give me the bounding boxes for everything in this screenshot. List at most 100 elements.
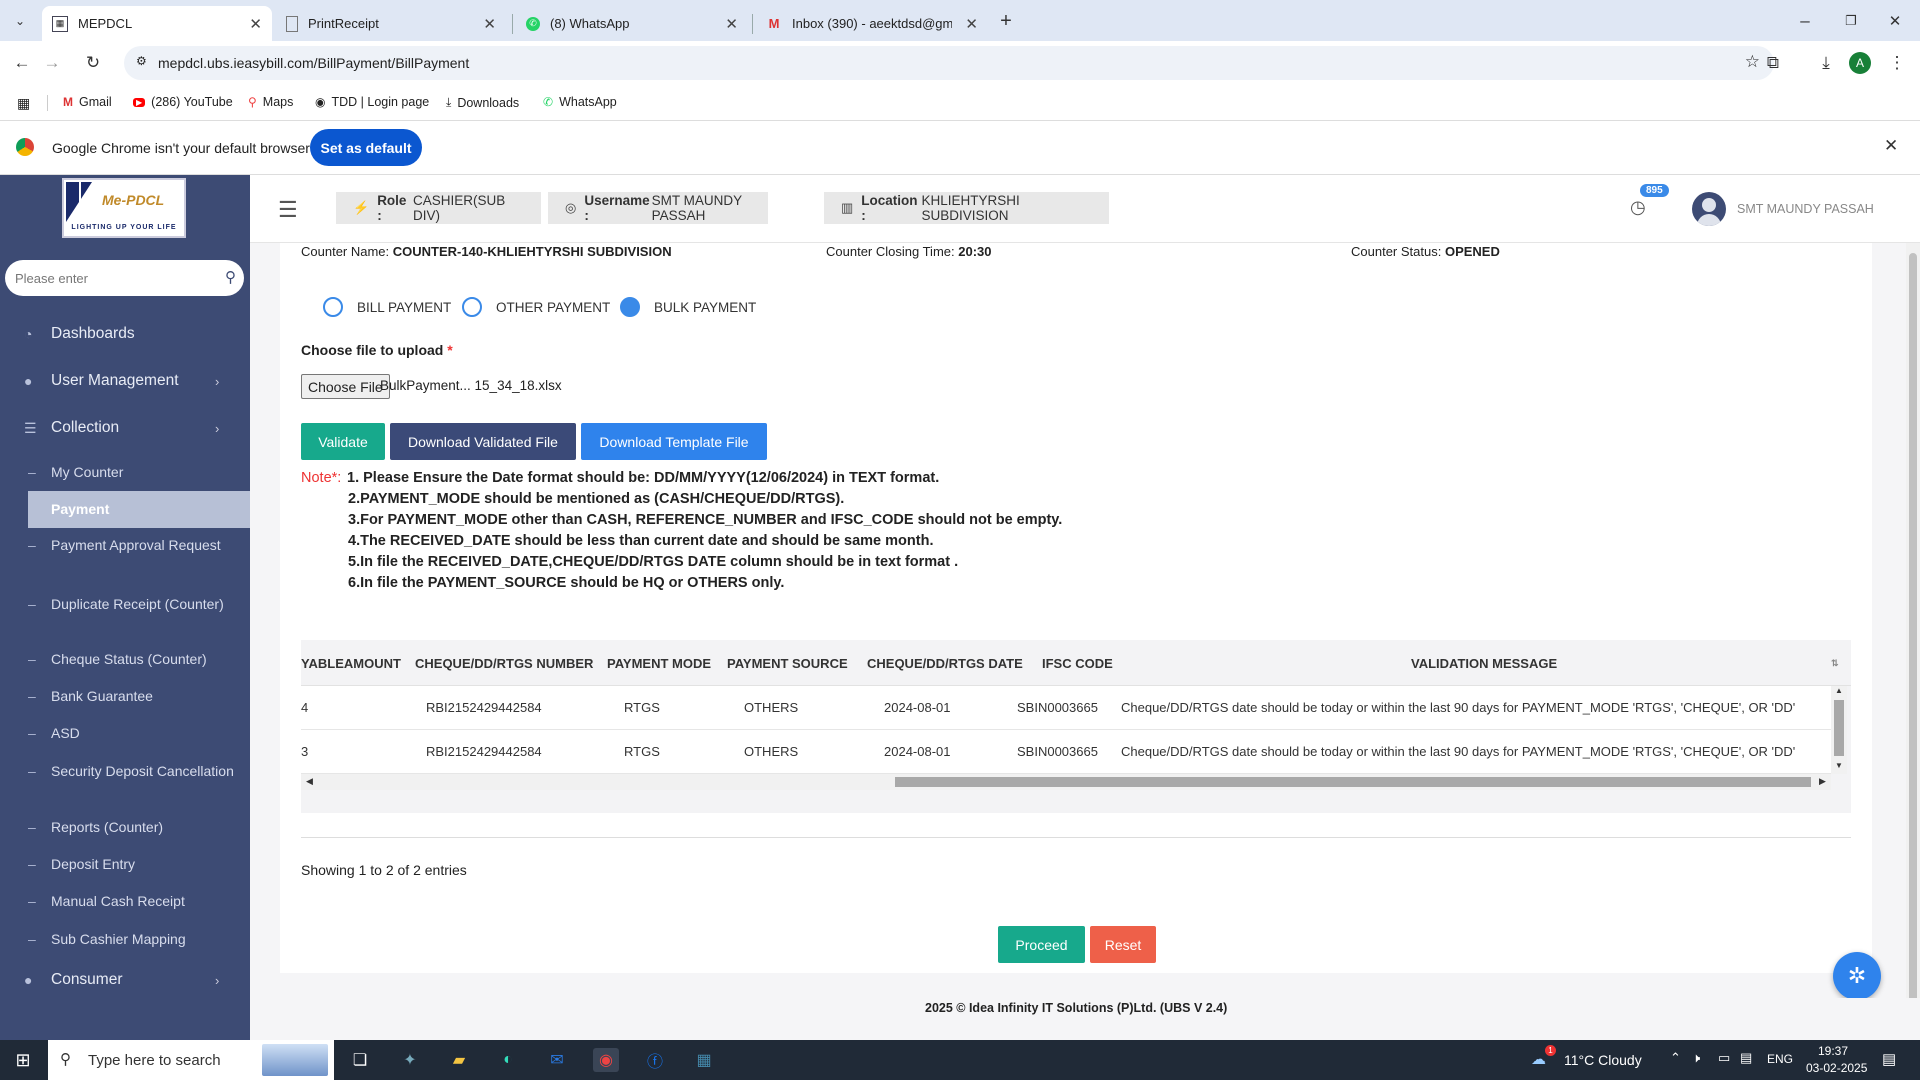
windows-start-icon[interactable]: ⊞ xyxy=(10,1048,36,1072)
sidebar-item-dashboards[interactable]: ◔ Dashboards xyxy=(0,322,250,346)
scroll-thumb[interactable] xyxy=(895,777,1811,787)
site-info-icon[interactable]: ⚙ xyxy=(136,54,147,68)
chrome-taskbar-icon[interactable]: ◉ xyxy=(593,1048,619,1072)
weather-text[interactable]: 11°C Cloudy xyxy=(1564,1052,1642,1068)
sidebar-subitem-security-deposit[interactable]: – Security Deposit Cancellation xyxy=(28,762,250,800)
profile-avatar[interactable]: A xyxy=(1849,52,1871,74)
sidebar-subitem-bank-guarantee[interactable]: – Bank Guarantee xyxy=(28,687,250,706)
reset-button[interactable]: Reset xyxy=(1090,926,1156,963)
battery-icon[interactable]: ▭ xyxy=(1718,1050,1730,1066)
close-icon[interactable]: ✕ xyxy=(483,15,496,33)
store-icon[interactable]: ▦ xyxy=(691,1048,717,1072)
sidebar-item-consumer[interactable]: ● Consumer › xyxy=(0,968,250,992)
close-icon[interactable]: ✕ xyxy=(965,15,978,33)
forward-icon[interactable]: → xyxy=(39,50,65,76)
dash-icon: – xyxy=(28,893,36,909)
weather-icon[interactable]: ☁ xyxy=(1531,1050,1546,1068)
sidebar-subitem-my-counter[interactable]: – My Counter xyxy=(28,463,250,482)
close-icon[interactable]: ✕ xyxy=(249,15,262,33)
outlook-icon[interactable]: ✉ xyxy=(544,1048,570,1072)
bookmark-star-icon[interactable]: ☆ xyxy=(1745,52,1760,72)
tab-mepdcl[interactable]: ▦ MEPDCL ✕ xyxy=(42,6,272,41)
restore-icon[interactable]: ❐ xyxy=(1838,8,1864,34)
taskbar-search-input[interactable]: ⚲ Type here to search xyxy=(48,1040,334,1080)
facebook-icon[interactable]: ⓕ xyxy=(642,1048,668,1072)
radio-bill-payment[interactable]: BILL PAYMENT xyxy=(323,297,451,317)
new-tab-icon[interactable]: + xyxy=(993,8,1019,34)
extensions-icon[interactable]: ⧉ xyxy=(1760,50,1786,76)
close-icon[interactable]: ✕ xyxy=(1884,136,1898,156)
sidebar-subitem-deposit-entry[interactable]: – Deposit Entry xyxy=(28,855,250,874)
sidebar-item-collection[interactable]: ☰ Collection › xyxy=(0,416,250,440)
sidebar-subitem-cheque-status[interactable]: – Cheque Status (Counter) xyxy=(28,650,250,669)
url-field[interactable]: ⚙ mepdcl.ubs.ieasybill.com/BillPayment/B… xyxy=(124,46,1774,80)
bookmark-whatsapp[interactable]: ✆ WhatsApp xyxy=(543,95,617,109)
choose-file-button[interactable]: Choose File xyxy=(301,374,390,399)
validate-button[interactable]: Validate xyxy=(301,423,385,460)
infobar-message: Google Chrome isn't your default browser xyxy=(52,140,310,156)
set-default-button[interactable]: Set as default xyxy=(310,129,422,166)
tray-chevron-icon[interactable]: ⌃ xyxy=(1670,1050,1681,1066)
avatar[interactable] xyxy=(1692,192,1726,226)
hamburger-menu-icon[interactable]: ☰ xyxy=(278,197,298,223)
sidebar-subitem-label: ASD xyxy=(51,725,80,741)
download-validated-button[interactable]: Download Validated File xyxy=(390,423,576,460)
bookmark-label: (286) YouTube xyxy=(151,95,233,109)
sort-icon[interactable]: ⇅ xyxy=(1831,640,1839,686)
minimize-icon[interactable]: – xyxy=(1792,8,1818,34)
close-icon[interactable]: ✕ xyxy=(725,15,738,33)
file-explorer-icon[interactable]: ▰ xyxy=(446,1048,472,1072)
dash-icon: – xyxy=(28,651,36,667)
horizontal-scrollbar[interactable]: ◀ ▶ xyxy=(301,774,1831,790)
clock-icon[interactable]: ◷ xyxy=(1630,197,1646,218)
sidebar-subitem-payment-approval[interactable]: – Payment Approval Request xyxy=(28,536,250,574)
scroll-thumb[interactable] xyxy=(1909,253,1917,1023)
vertical-scrollbar[interactable]: ▲ ▼ xyxy=(1831,686,1847,774)
menu-icon[interactable]: ⋮ xyxy=(1884,50,1910,76)
radio-bulk-payment[interactable]: BULK PAYMENT xyxy=(620,297,756,317)
volume-icon[interactable]: 🕨 xyxy=(1692,1050,1700,1066)
tab-gmail[interactable]: M Inbox (390) - aeektdsd@gmail.c ✕ xyxy=(756,6,988,41)
back-icon[interactable]: ← xyxy=(9,50,35,76)
col-header: PAYMENT MODE xyxy=(607,655,712,671)
bookmark-gmail[interactable]: M Gmail xyxy=(63,95,112,109)
task-view-icon[interactable]: ❏ xyxy=(347,1048,373,1072)
window-close-icon[interactable]: ✕ xyxy=(1882,8,1908,34)
tab-title: MEPDCL xyxy=(78,16,133,31)
tab-printreceipt[interactable]: PrintReceipt ✕ xyxy=(276,6,506,41)
edge-icon[interactable]: ◐ xyxy=(495,1048,521,1072)
scroll-thumb[interactable] xyxy=(1834,700,1844,756)
radio-other-payment[interactable]: OTHER PAYMENT xyxy=(462,297,610,317)
download-template-button[interactable]: Download Template File xyxy=(581,423,767,460)
proceed-button[interactable]: Proceed xyxy=(998,926,1085,963)
clock-date[interactable]: 03-02-2025 xyxy=(1806,1061,1867,1075)
copilot-icon[interactable]: ✦ xyxy=(397,1048,423,1072)
settings-gear-icon[interactable]: ✲ xyxy=(1833,952,1881,1000)
sidebar-subitem-duplicate-receipt[interactable]: – Duplicate Receipt (Counter) xyxy=(28,595,250,633)
tab-search-icon[interactable]: ⌄ xyxy=(7,8,33,34)
bookmark-maps[interactable]: ⚲ Maps xyxy=(248,95,293,109)
status-label: Counter Status: xyxy=(1351,244,1442,259)
sidebar-subitem-asd[interactable]: – ASD xyxy=(28,724,250,743)
download-icon[interactable]: ⤓ xyxy=(1813,50,1839,76)
sidebar-subitem-payment[interactable]: Payment xyxy=(28,491,250,528)
reload-icon[interactable]: ↻ xyxy=(80,50,106,76)
network-icon[interactable]: ▤ xyxy=(1740,1050,1752,1066)
sidebar-subitem-reports[interactable]: – Reports (Counter) xyxy=(28,818,250,837)
apps-icon[interactable]: ▦ xyxy=(17,95,30,112)
bookmark-tdd[interactable]: ◉ TDD | Login page xyxy=(315,95,429,109)
sidebar-search-input[interactable]: Please enter ⚲ xyxy=(5,260,244,296)
sidebar-subitem-manual-cash-receipt[interactable]: – Manual Cash Receipt xyxy=(28,892,250,911)
col-header: VALIDATION MESSAGE xyxy=(1411,655,1558,671)
sidebar-subitem-sub-cashier-mapping[interactable]: – Sub Cashier Mapping xyxy=(28,930,250,949)
page-scrollbar[interactable] xyxy=(1906,243,1920,1040)
user-name[interactable]: SMT MAUNDY PASSAH xyxy=(1737,202,1874,216)
search-icon[interactable]: ⚲ xyxy=(225,268,236,286)
clock-time[interactable]: 19:37 xyxy=(1818,1044,1848,1058)
notification-center-icon[interactable]: ▤ xyxy=(1882,1050,1896,1068)
tab-whatsapp[interactable]: ✆ (8) WhatsApp ✕ xyxy=(516,6,748,41)
bookmark-downloads[interactable]: ⤓ Downloads xyxy=(446,95,519,110)
bookmark-youtube[interactable]: ▶ (286) YouTube xyxy=(133,95,233,109)
language-indicator[interactable]: ENG xyxy=(1767,1052,1793,1066)
sidebar-item-user-management[interactable]: ● User Management › xyxy=(0,369,250,393)
